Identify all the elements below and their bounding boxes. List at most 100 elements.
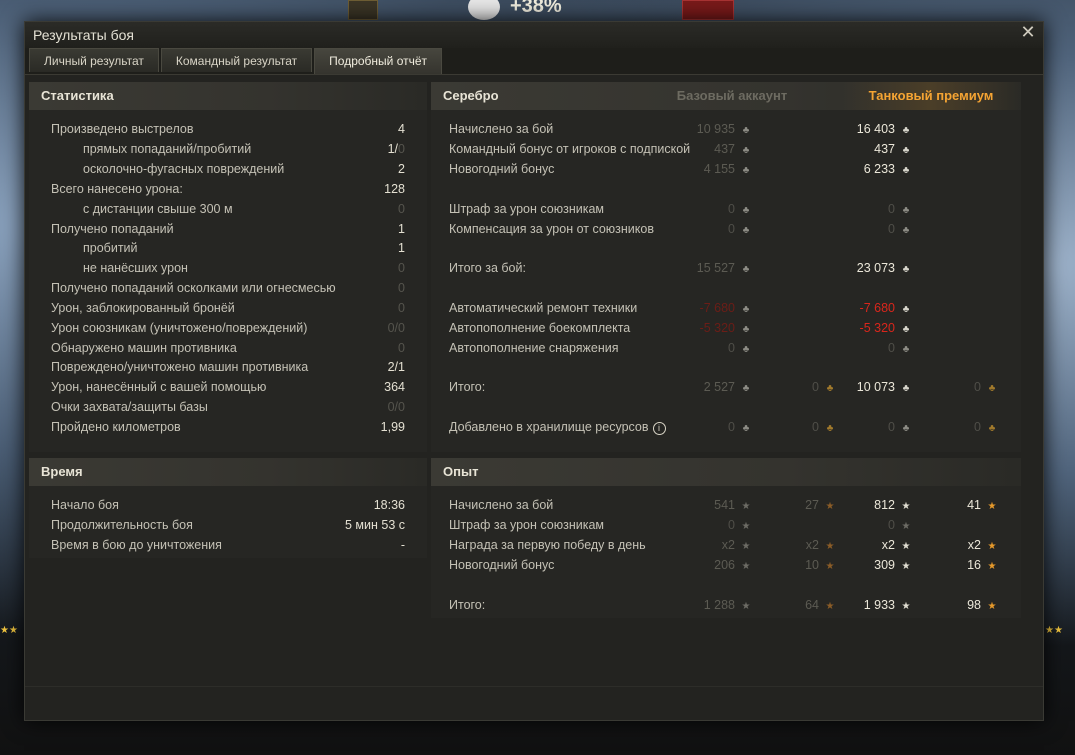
silver-label-text: Начислено за бой	[449, 122, 554, 136]
exp-label: Награда за первую победу в день	[449, 538, 646, 552]
time-value: 5 мин 53 с	[344, 518, 405, 532]
silver-label-text: Компенсация за урон от союзников	[449, 222, 654, 236]
silver-prem-text: 437	[874, 142, 895, 156]
exp-base_free: 64 ★	[757, 596, 837, 616]
exp-prem_free: x2 ★	[919, 536, 999, 556]
silver-coin-icon: ♣	[742, 125, 750, 136]
exp-label: Начислено за бой	[449, 498, 554, 512]
silver-base-text: 0	[728, 420, 735, 434]
stat-value-dim: 0	[398, 142, 405, 156]
exp-prem_free-text: 41	[967, 498, 981, 512]
exp-prem_free-text: x2	[967, 538, 981, 552]
silver-row: Автопополнение снаряжения 0 ♣ 0 ♣	[431, 339, 1021, 358]
exp-prem-text: 812	[874, 498, 895, 512]
stat-label: с дистанции свыше 300 м	[83, 202, 233, 216]
exp-star-icon: ★	[741, 501, 751, 512]
silver-label-text: Автопополнение боекомплекта	[449, 321, 631, 335]
silver-label: Начислено за бой	[449, 120, 553, 139]
stat-row: Повреждено/уничтожено машин противника 2/…	[29, 358, 427, 377]
stat-value: 1	[398, 239, 405, 258]
silver-prem: 16 403 ♣	[833, 120, 913, 140]
silver-coin-icon: ♣	[742, 423, 750, 434]
silver-coin-icon: ♣	[902, 304, 910, 315]
exp-prem_free-text: 98	[967, 598, 981, 612]
silver-prem: 6 233 ♣	[833, 160, 913, 180]
exp-prem: 812 ★	[833, 496, 913, 516]
side-left-fragment: ★★	[0, 625, 24, 735]
close-icon[interactable]: ✕	[1019, 23, 1037, 42]
silver-coin-icon: ♣	[902, 145, 910, 156]
stat-row: Урон, нанесённый с вашей помощью 364	[29, 378, 427, 397]
stat-value: 128	[384, 180, 405, 199]
stat-label: осколочно-фугасных повреждений	[83, 162, 285, 176]
stat-value-text: 0	[398, 281, 405, 295]
silver-prem_gold-text: 0	[974, 420, 981, 434]
tab-personal[interactable]: Личный результат	[29, 48, 159, 72]
tabs: Личный результат Командный результат Под…	[25, 48, 1043, 74]
stat-value: 2/1	[388, 358, 405, 377]
stat-label: Урон, заблокированный бронёй	[51, 301, 235, 315]
tab-team[interactable]: Командный результат	[160, 48, 313, 72]
panda-icon	[468, 0, 500, 20]
silver-prem_gold-text: 0	[974, 380, 981, 394]
silver-coin-icon: ♣	[742, 225, 750, 236]
silver-row: Автопополнение боекомплекта -5 320 ♣ -5 320…	[431, 319, 1021, 338]
exp-base_free-text: 64	[805, 598, 819, 612]
stat-value: 0	[398, 339, 405, 358]
silver-base-text: 4 155	[703, 162, 735, 176]
stat-value: 1,99	[381, 418, 405, 437]
stat-value-text: 2/1	[387, 360, 405, 374]
silver-base_gold: 0 ♣	[757, 378, 837, 398]
silver-label: Командный бонус от игроков с подпиской	[449, 140, 690, 159]
stat-value-text: 0	[398, 202, 405, 216]
silver-base: 10 935 ♣	[673, 120, 753, 140]
exp-star-icon: ★	[741, 561, 751, 572]
free-exp-star-icon: ★	[987, 601, 997, 612]
silver-coin-icon: ♣	[742, 344, 750, 355]
silver-coin-icon: ♣	[742, 205, 750, 216]
free-exp-star-icon: ★	[987, 541, 997, 552]
exp-label: Новогодний бонус	[449, 558, 555, 572]
silver-coin-icon: ♣	[902, 264, 910, 275]
gold-coin-icon: ♣	[988, 423, 996, 434]
silver-base_gold: 0 ♣	[757, 418, 837, 438]
star-badge-icon: ★★	[1045, 625, 1063, 636]
tab-detailed[interactable]: Подробный отчёт	[314, 48, 443, 74]
stat-label: Повреждено/уничтожено машин противника	[51, 360, 309, 374]
silver-prem: 10 073 ♣	[833, 378, 913, 398]
exp-base_free-text: 27	[805, 498, 819, 512]
stat-value-text: 364	[384, 380, 405, 394]
silver-prem_gold: 0 ♣	[919, 378, 999, 398]
stat-row: Всего нанесено урона: 128	[29, 180, 427, 199]
silver-coin-icon: ♣	[902, 423, 910, 434]
silver-label: Итого за бой:	[449, 259, 526, 278]
silver-prem_gold: 0 ♣	[919, 418, 999, 438]
exp-prem_free: 16 ★	[919, 556, 999, 576]
exp-base_free-text: 10	[805, 558, 819, 572]
exp-base-text: 206	[714, 558, 735, 572]
stat-value-text: 0	[398, 261, 405, 275]
silver-label-text: Итого за бой:	[449, 261, 526, 275]
stat-value: 364	[384, 378, 405, 397]
silver-base_gold-text: 0	[812, 380, 819, 394]
time-panel: Время Начало боя 18:36 Продолжительность б…	[29, 458, 427, 558]
stat-value: 0/0	[388, 398, 405, 417]
exp-base-text: 1 288	[703, 598, 735, 612]
info-icon[interactable]: i	[652, 422, 666, 435]
exp-prem: x2 ★	[833, 536, 913, 556]
silver-base-text: 10 935	[696, 122, 735, 136]
stat-value: 2	[398, 160, 405, 179]
silver-prem-text: 23 073	[856, 261, 895, 275]
stat-label: Обнаружено машин противника	[51, 341, 237, 355]
silver-base-text: -7 680	[699, 301, 735, 315]
silver-prem: 23 073 ♣	[833, 259, 913, 279]
silver-row: Штраф за урон союзникам 0 ♣ 0 ♣	[431, 200, 1021, 219]
silver-label: Компенсация за урон от союзников	[449, 220, 654, 239]
stat-row: пробитий 1	[29, 239, 427, 258]
silver-prem: 0 ♣	[833, 339, 913, 359]
gold-coin-icon: ♣	[988, 383, 996, 394]
silver-coin-icon: ♣	[742, 324, 750, 335]
silver-prem: 437 ♣	[833, 140, 913, 160]
stat-row: не нанёсших урон 0	[29, 259, 427, 278]
exp-row: Новогодний бонус 206 ★ 10 ★ 309 ★ 16 ★	[431, 556, 1021, 575]
